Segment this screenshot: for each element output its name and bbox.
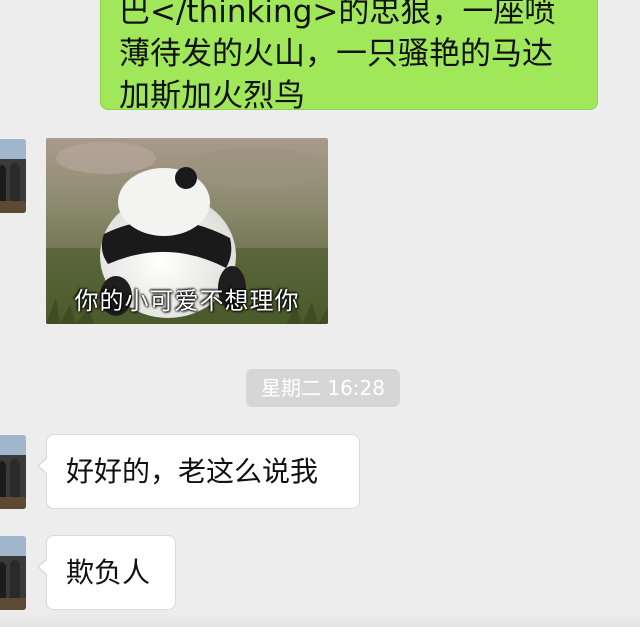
incoming-message-text: 好好的，老这么说我 [66, 455, 319, 488]
contact-avatar[interactable] [0, 435, 26, 509]
contact-avatar[interactable] [0, 139, 26, 213]
avatar-photo-icon [0, 435, 26, 509]
incoming-message-bubble[interactable]: 好好的，老这么说我 [37, 434, 360, 509]
sticker-caption: 你的小可爱不想理你 [74, 287, 300, 315]
chat-bottom-edge [0, 613, 640, 627]
chat-timestamp: 星期二 16:28 [246, 369, 400, 407]
avatar-photo-icon [0, 536, 26, 610]
incoming-message-text: 欺负人 [66, 556, 151, 589]
contact-avatar[interactable] [0, 536, 26, 610]
incoming-message-bubble[interactable]: 欺负人 [37, 535, 176, 610]
outgoing-message-bubble[interactable]: 巴</thinking>的忠狠，一座喷薄待发的火山，一只骚艳的马达加斯加火烈鸟 [100, 0, 598, 114]
outgoing-message-text: 巴</thinking>的忠狠，一座喷薄待发的火山，一只骚艳的马达加斯加火烈鸟 [119, 0, 556, 114]
chat-area: 巴</thinking>的忠狠，一座喷薄待发的火山，一只骚艳的马达加斯加火烈鸟 [0, 0, 640, 627]
sticker-image-message[interactable]: 你的小可爱不想理你 [46, 138, 328, 324]
avatar-photo-icon [0, 139, 26, 213]
